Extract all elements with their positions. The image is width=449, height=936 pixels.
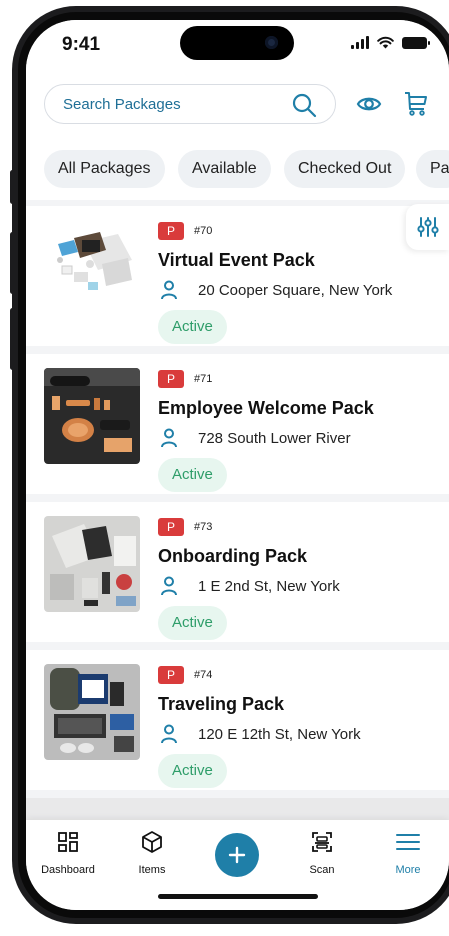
package-address: 728 South Lower River bbox=[198, 430, 351, 447]
side-button bbox=[10, 170, 15, 204]
package-badge: P bbox=[158, 370, 184, 388]
person-icon bbox=[161, 280, 177, 300]
nav-label: More bbox=[395, 864, 421, 876]
battery-icon bbox=[402, 36, 430, 49]
package-card[interactable]: P #73 Onboarding Pack 1 E 2nd St, New Yo… bbox=[26, 502, 449, 642]
add-button[interactable] bbox=[215, 833, 259, 877]
wifi-icon bbox=[377, 36, 394, 49]
nav-label: Dashboard bbox=[41, 864, 95, 876]
status-time: 9:41 bbox=[62, 34, 101, 55]
home-indicator[interactable] bbox=[158, 894, 318, 899]
package-name: Employee Welcome Pack bbox=[158, 398, 374, 418]
package-card[interactable]: P #71 Employee Welcome Pack 728 South Lo… bbox=[26, 354, 449, 494]
package-badge: P bbox=[158, 222, 184, 240]
package-card[interactable]: P #74 Traveling Pack 120 E 12th St, New … bbox=[26, 650, 449, 790]
phone-screen: 9:41 Search Packages All Packages Availa… bbox=[26, 20, 449, 910]
status-badge: Active bbox=[158, 310, 227, 344]
search-input[interactable]: Search Packages bbox=[44, 84, 336, 124]
package-badge: P bbox=[158, 518, 184, 536]
status-badge: Active bbox=[158, 606, 227, 640]
nav-more[interactable]: More bbox=[368, 830, 448, 876]
package-address: 1 E 2nd St, New York bbox=[198, 578, 340, 595]
package-id: #74 bbox=[194, 669, 213, 681]
signal-icon bbox=[351, 36, 369, 49]
header: Search Packages bbox=[26, 78, 449, 140]
volume-up-button bbox=[10, 232, 15, 294]
scan-icon bbox=[312, 832, 332, 852]
package-address: 20 Cooper Square, New York bbox=[198, 282, 393, 299]
status-bar: 9:41 bbox=[26, 20, 449, 78]
package-name: Virtual Event Pack bbox=[158, 250, 315, 270]
nav-scan[interactable]: Scan bbox=[282, 830, 362, 876]
person-icon bbox=[161, 724, 177, 744]
filter-chips: All Packages Available Checked Out Pa bbox=[26, 140, 449, 200]
package-name: Onboarding Pack bbox=[158, 546, 308, 566]
status-badge: Active bbox=[158, 458, 227, 492]
person-icon bbox=[161, 428, 177, 448]
cube-icon bbox=[142, 831, 162, 853]
package-address: 120 E 12th St, New York bbox=[198, 726, 361, 743]
package-id: #70 bbox=[194, 225, 213, 237]
package-image bbox=[44, 368, 140, 464]
dynamic-island bbox=[180, 26, 294, 60]
sliders-icon bbox=[417, 217, 439, 237]
package-image bbox=[44, 664, 140, 760]
package-badge: P bbox=[158, 666, 184, 684]
cart-icon[interactable] bbox=[402, 89, 430, 117]
search-icon[interactable] bbox=[291, 92, 317, 118]
chip-checked-out[interactable]: Checked Out bbox=[284, 150, 406, 188]
camera-icon bbox=[265, 36, 278, 49]
status-badge: Active bbox=[158, 754, 227, 788]
person-icon bbox=[161, 576, 177, 596]
plus-icon bbox=[228, 846, 246, 864]
chip-partial[interactable]: Pa bbox=[416, 150, 449, 188]
filter-button[interactable] bbox=[406, 204, 449, 250]
nav-label: Scan bbox=[309, 864, 335, 876]
status-icons bbox=[351, 36, 430, 49]
package-image bbox=[44, 220, 140, 316]
nav-label: Items bbox=[138, 864, 166, 876]
package-id: #73 bbox=[194, 521, 213, 533]
nav-dashboard[interactable]: Dashboard bbox=[28, 830, 108, 876]
package-image bbox=[44, 516, 140, 612]
dashboard-icon bbox=[58, 832, 78, 852]
eye-icon[interactable] bbox=[356, 92, 382, 116]
search-placeholder: Search Packages bbox=[63, 96, 181, 113]
package-id: #71 bbox=[194, 373, 213, 385]
package-card[interactable]: P #70 Virtual Event Pack 20 Cooper Squar… bbox=[26, 206, 449, 346]
package-name: Traveling Pack bbox=[158, 694, 285, 714]
hamburger-menu-icon bbox=[396, 834, 420, 850]
volume-down-button bbox=[10, 308, 15, 370]
nav-items[interactable]: Items bbox=[112, 830, 192, 876]
chip-available[interactable]: Available bbox=[178, 150, 271, 188]
chip-all-packages[interactable]: All Packages bbox=[44, 150, 165, 188]
